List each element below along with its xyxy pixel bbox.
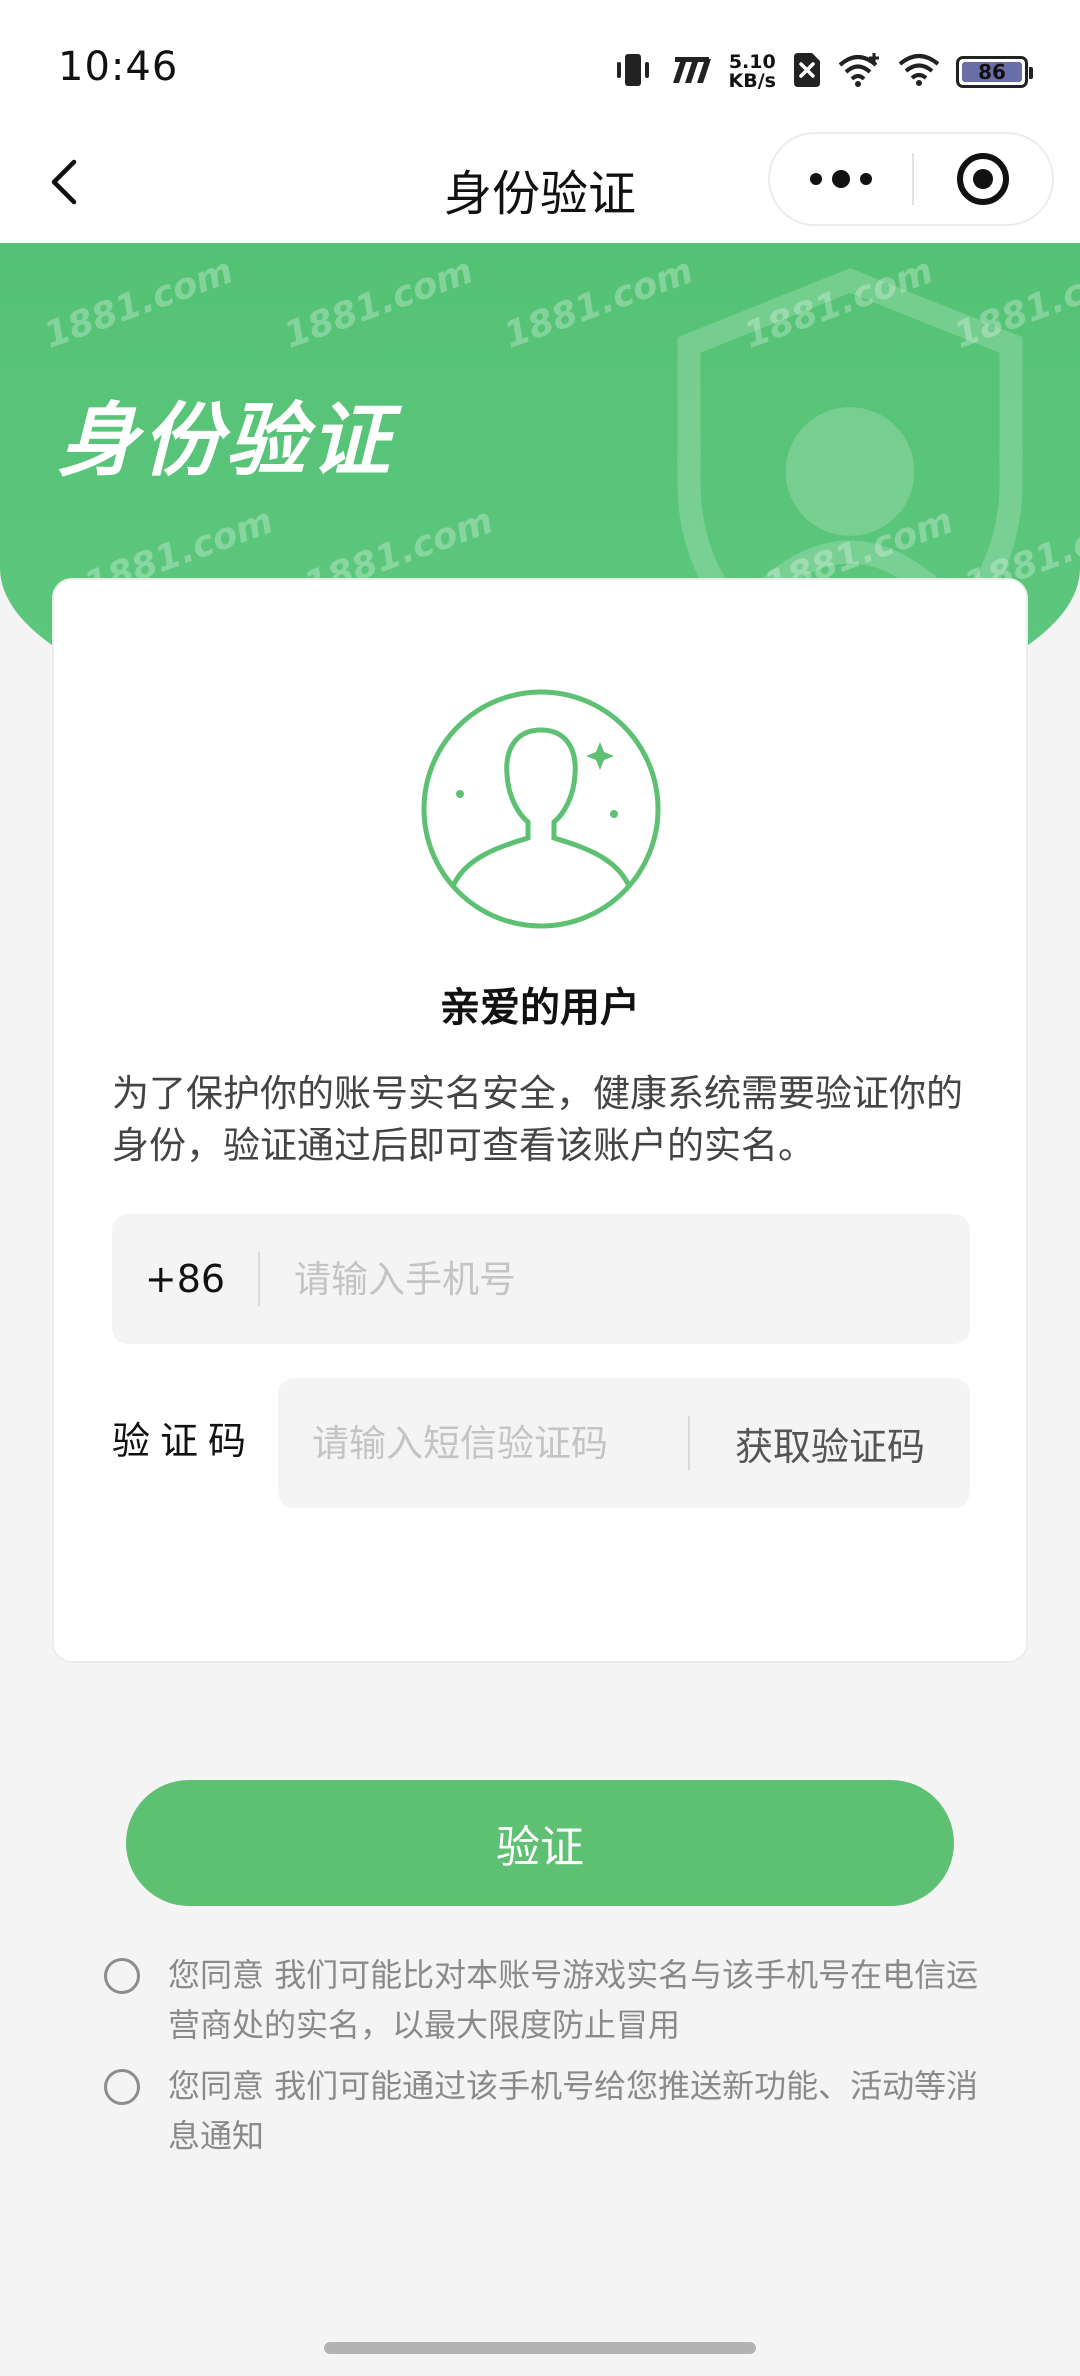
status-icons: 5.10 KB/s 86 — [613, 48, 1033, 96]
more-button[interactable] — [770, 134, 912, 224]
close-button[interactable] — [914, 134, 1052, 224]
description: 为了保护你的账号实名安全，健康系统需要验证你的身份，验证通过后即可查看该账户的实… — [112, 1072, 963, 1167]
wifi-plus-icon — [838, 51, 882, 93]
user-avatar-icon — [421, 689, 661, 929]
more-dots-icon — [810, 170, 872, 188]
status-time: 10:46 — [58, 44, 179, 90]
agreement-radio[interactable] — [104, 2069, 140, 2105]
carrier-icon — [669, 55, 713, 89]
agreement-text: 您同意 我们可能比对本账号游戏实名与该手机号在电信运营商处的实名，以最大限度防止… — [168, 1956, 979, 2044]
code-field: 获取验证码 — [278, 1378, 970, 1508]
nav-bar: 身份验证 — [0, 130, 1080, 243]
mini-program-capsule — [768, 132, 1054, 226]
banner-title: 身份验证 — [58, 394, 394, 487]
no-sim-icon — [792, 51, 822, 93]
battery-icon: 86 — [956, 56, 1033, 88]
watermark: 1881.com — [38, 250, 239, 357]
net-speed: 5.10 KB/s — [729, 53, 776, 91]
verify-button[interactable]: 验证 — [126, 1780, 954, 1906]
agreement-item[interactable]: 您同意 我们可能比对本账号游戏实名与该手机号在电信运营商处的实名，以最大限度防止… — [104, 1950, 984, 2050]
sms-code-input[interactable] — [278, 1378, 688, 1508]
wifi-icon — [898, 52, 940, 92]
vibrate-icon — [613, 50, 653, 94]
verification-card: 亲爱的用户 为了保护你的账号实名安全，健康系统需要验证你的身份，验证通过后即可查… — [52, 578, 1028, 1663]
net-speed-unit: KB/s — [728, 70, 776, 92]
agreement-text: 您同意 我们可能通过该手机号给您推送新功能、活动等消息通知 — [168, 2067, 979, 2155]
status-bar: 10:46 5.10 KB/s 86 — [0, 0, 1080, 130]
phone-input[interactable] — [260, 1214, 970, 1344]
phone-field: +86 — [112, 1214, 970, 1344]
country-code[interactable]: +86 — [112, 1257, 258, 1301]
get-code-button[interactable]: 获取验证码 — [690, 1416, 970, 1471]
agreement-item[interactable]: 您同意 我们可能通过该手机号给您推送新功能、活动等消息通知 — [104, 2061, 984, 2161]
code-label: 验证码 — [112, 1419, 257, 1463]
greeting: 亲爱的用户 — [440, 985, 640, 1031]
home-indicator[interactable] — [324, 2342, 756, 2354]
agreement-radio[interactable] — [104, 1958, 140, 1994]
watermark: 1881.com — [278, 250, 479, 357]
battery-level: 86 — [962, 60, 1022, 84]
target-close-icon — [957, 153, 1009, 205]
